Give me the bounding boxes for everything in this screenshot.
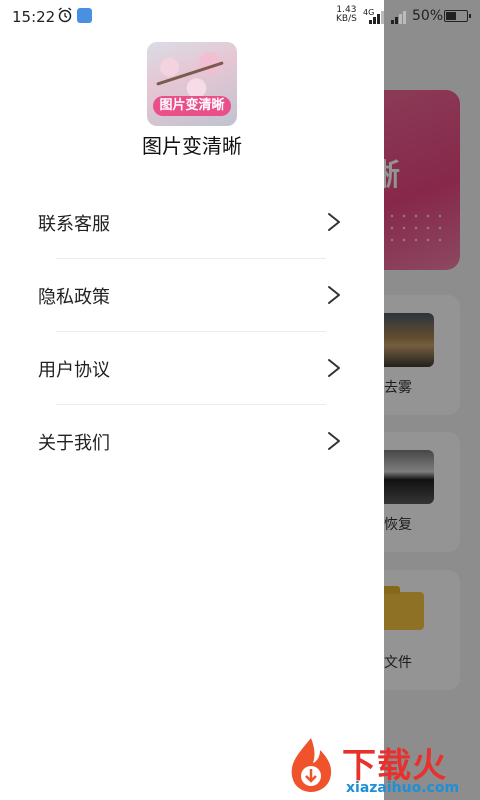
chevron-right-icon bbox=[328, 432, 340, 450]
alarm-clock-icon bbox=[58, 7, 72, 23]
status-time: 15:22 bbox=[12, 8, 56, 26]
menu-item-contact-support[interactable]: 联系客服 bbox=[0, 192, 384, 252]
logo-tag-text: 图片变清晰 bbox=[153, 96, 231, 116]
status-bar: 15:22 1.43 KB/S 4G 50% bbox=[0, 0, 480, 32]
battery-percentage: 50% bbox=[412, 8, 444, 24]
menu-item-user-agreement[interactable]: 用户协议 bbox=[0, 338, 384, 398]
network-speed: 1.43 KB/S bbox=[336, 6, 357, 24]
chevron-right-icon bbox=[328, 359, 340, 377]
notification-app-icon bbox=[77, 8, 92, 23]
menu-item-label: 关于我们 bbox=[38, 433, 110, 454]
menu-item-label: 隐私政策 bbox=[38, 287, 110, 308]
watermark-url: xiazaihuo.com bbox=[346, 780, 460, 796]
logo-branch-decoration bbox=[156, 61, 224, 86]
menu-item-label: 用户协议 bbox=[38, 360, 110, 381]
signal-strength-icon bbox=[369, 11, 384, 24]
app-name: 图片变清晰 bbox=[142, 134, 242, 158]
menu-divider bbox=[56, 331, 326, 332]
menu-divider bbox=[56, 404, 326, 405]
menu-item-label: 联系客服 bbox=[38, 214, 110, 235]
network-speed-unit: KB/S bbox=[336, 14, 357, 24]
chevron-right-icon bbox=[328, 213, 340, 231]
navigation-drawer: 图片变清晰 图片变清晰 联系客服 隐私政策 用户协议 关于我们 bbox=[0, 0, 384, 800]
menu-item-privacy-policy[interactable]: 隐私政策 bbox=[0, 265, 384, 325]
menu-divider bbox=[56, 258, 326, 259]
battery-icon bbox=[444, 10, 471, 22]
chevron-right-icon bbox=[328, 286, 340, 304]
watermark-logo: 下载火 xiazaihuo.com bbox=[280, 730, 480, 800]
app-logo: 图片变清晰 bbox=[147, 42, 237, 126]
menu-item-about-us[interactable]: 关于我们 bbox=[0, 411, 384, 471]
flame-icon bbox=[291, 738, 332, 792]
signal-strength-icon bbox=[391, 11, 406, 24]
